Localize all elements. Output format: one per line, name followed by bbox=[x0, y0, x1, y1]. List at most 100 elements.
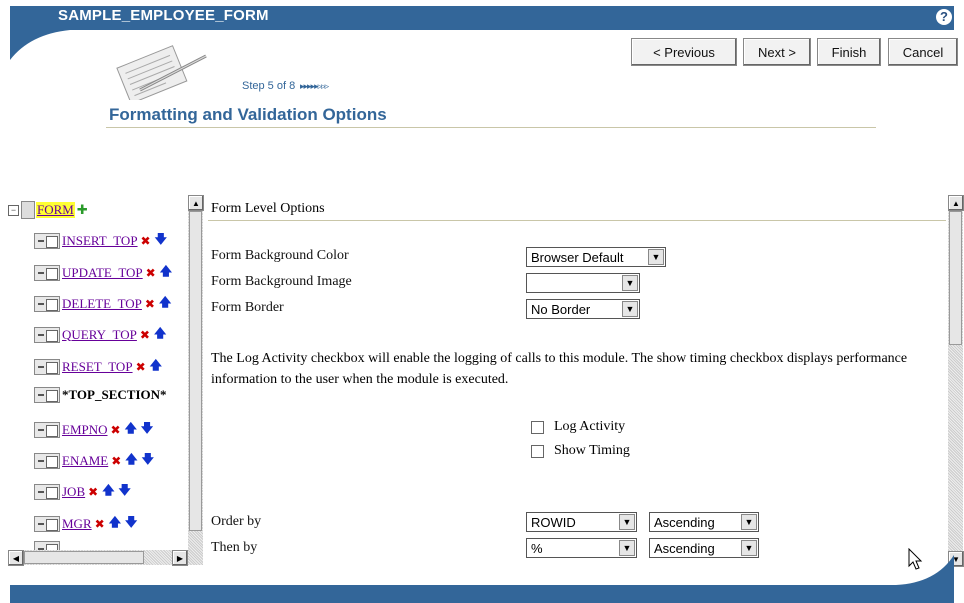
next-button[interactable]: Next > bbox=[743, 38, 811, 66]
item-icon bbox=[34, 452, 60, 469]
up-arrow-icon[interactable]: 🡅 bbox=[102, 481, 114, 502]
scroll-left-icon[interactable]: ◀ bbox=[8, 550, 24, 566]
tree-section-label: *TOP_SECTION* bbox=[62, 387, 167, 402]
page-title: Formatting and Validation Options bbox=[109, 105, 387, 124]
down-arrow-icon[interactable]: 🡇 bbox=[141, 419, 153, 440]
tree-item-link[interactable]: MGR bbox=[62, 516, 92, 532]
tree-item: QUERY_TOP ✖ 🡅 bbox=[34, 324, 166, 345]
tree-item: UPDATE_TOP ✖ 🡅 bbox=[34, 262, 172, 283]
component-tree: − FORM ✚ INSERT_TOP ✖ 🡇 UPDATE_TOP ✖ 🡅 D… bbox=[8, 195, 204, 567]
tree-item-link[interactable]: ENAME bbox=[62, 453, 108, 469]
help-icon[interactable]: ? bbox=[936, 9, 952, 25]
tree-hscroll-thumb[interactable] bbox=[24, 551, 144, 564]
tree-item: EMPNO ✖ 🡅 🡇 bbox=[34, 419, 153, 440]
delete-x-icon[interactable]: ✖ bbox=[95, 517, 105, 531]
item-icon bbox=[34, 358, 60, 375]
delete-x-icon[interactable]: ✖ bbox=[88, 485, 98, 499]
footer-bar bbox=[10, 585, 954, 603]
dropdown-arrow-icon: ▼ bbox=[619, 514, 635, 530]
dropdown-arrow-icon: ▼ bbox=[741, 514, 757, 530]
then-by-select[interactable]: % ▼ bbox=[526, 538, 637, 558]
show-timing-row: Show Timing bbox=[531, 443, 630, 459]
up-arrow-icon[interactable]: 🡅 bbox=[154, 324, 166, 345]
log-description: The Log Activity checkbox will enable th… bbox=[211, 351, 908, 387]
plus-icon[interactable]: ✚ bbox=[77, 203, 88, 218]
then-by-label: Then by bbox=[211, 540, 258, 555]
tree-item-link[interactable]: EMPNO bbox=[62, 422, 108, 438]
log-activity-checkbox[interactable] bbox=[531, 420, 544, 434]
up-arrow-icon[interactable]: 🡅 bbox=[160, 262, 172, 283]
scroll-right-icon[interactable]: ▶ bbox=[172, 550, 188, 566]
delete-x-icon[interactable]: ✖ bbox=[111, 454, 121, 468]
window-title: SAMPLE_EMPLOYEE_FORM bbox=[58, 7, 269, 24]
down-arrow-icon[interactable]: 🡇 bbox=[125, 513, 137, 534]
form-icon bbox=[21, 201, 35, 219]
delete-x-icon[interactable]: ✖ bbox=[141, 234, 151, 248]
collapse-icon[interactable]: − bbox=[8, 204, 19, 216]
dropdown-arrow-icon: ▼ bbox=[622, 275, 638, 291]
notepad-pencil-icon bbox=[116, 45, 207, 100]
bg-color-select[interactable]: Browser Default ▼ bbox=[526, 247, 666, 267]
tree-item-link[interactable]: DELETE_TOP bbox=[62, 296, 142, 312]
cancel-button[interactable]: Cancel bbox=[888, 38, 958, 66]
tree-item-link[interactable]: RESET_TOP bbox=[62, 359, 133, 375]
step-progress: ▸▸▸▸▸▹▹▹ bbox=[300, 81, 329, 91]
delete-x-icon[interactable]: ✖ bbox=[140, 328, 150, 342]
down-arrow-icon[interactable]: 🡇 bbox=[155, 230, 167, 251]
order-by-value: ROWID bbox=[531, 514, 576, 530]
tree-item: *TOP_SECTION* bbox=[34, 387, 167, 403]
tree-item: ENAME ✖ 🡅 🡇 bbox=[34, 450, 154, 471]
title-divider bbox=[106, 127, 876, 128]
down-arrow-icon[interactable]: 🡇 bbox=[119, 481, 131, 502]
item-icon bbox=[34, 326, 60, 343]
scroll-up-icon[interactable]: ▲ bbox=[948, 195, 964, 211]
tree-root: − FORM ✚ bbox=[8, 201, 88, 219]
then-by-value: % bbox=[531, 540, 543, 556]
item-icon bbox=[34, 515, 60, 532]
item-icon bbox=[34, 421, 60, 438]
tree-item-link[interactable]: QUERY_TOP bbox=[62, 327, 137, 343]
show-timing-checkbox[interactable] bbox=[531, 444, 544, 458]
order-by-label: Order by bbox=[211, 514, 262, 529]
up-arrow-icon[interactable]: 🡅 bbox=[125, 419, 137, 440]
delete-x-icon[interactable]: ✖ bbox=[136, 360, 146, 374]
tree-item: INSERT_TOP ✖ 🡇 bbox=[34, 230, 167, 251]
order-by-direction-select[interactable]: Ascending ▼ bbox=[649, 512, 759, 532]
up-arrow-icon[interactable]: 🡅 bbox=[109, 513, 121, 534]
tree-root-link[interactable]: FORM bbox=[36, 202, 75, 218]
tree-item: MGR ✖ 🡅 🡇 bbox=[34, 513, 137, 534]
then-by-direction-select[interactable]: Ascending ▼ bbox=[649, 538, 759, 558]
section-title: Form Level Options bbox=[211, 201, 325, 216]
delete-x-icon[interactable]: ✖ bbox=[145, 297, 155, 311]
delete-x-icon[interactable]: ✖ bbox=[146, 266, 156, 280]
up-arrow-icon[interactable]: 🡅 bbox=[150, 356, 162, 377]
tree-scroll-thumb[interactable] bbox=[189, 211, 202, 531]
bg-image-label: Form Background Image bbox=[211, 274, 352, 289]
then-by-direction-value: Ascending bbox=[654, 540, 715, 556]
item-icon bbox=[34, 295, 60, 312]
tree-item: JOB ✖ 🡅 🡇 bbox=[34, 481, 131, 502]
tree-item: RESET_TOP ✖ 🡅 bbox=[34, 356, 162, 377]
footer-swoosh bbox=[896, 555, 954, 585]
tree-item-link[interactable]: INSERT_TOP bbox=[62, 233, 138, 249]
item-icon bbox=[34, 387, 60, 403]
finish-button[interactable]: Finish bbox=[817, 38, 881, 66]
dropdown-arrow-icon: ▼ bbox=[619, 540, 635, 556]
dropdown-arrow-icon: ▼ bbox=[741, 540, 757, 556]
bg-image-select[interactable]: ▼ bbox=[526, 273, 640, 293]
dropdown-arrow-icon: ▼ bbox=[648, 249, 664, 265]
border-select[interactable]: No Border ▼ bbox=[526, 299, 640, 319]
order-by-direction-value: Ascending bbox=[654, 514, 715, 530]
delete-x-icon[interactable]: ✖ bbox=[111, 423, 121, 437]
order-by-select[interactable]: ROWID ▼ bbox=[526, 512, 637, 532]
up-arrow-icon[interactable]: 🡅 bbox=[125, 450, 137, 471]
main-scroll-thumb[interactable] bbox=[949, 211, 962, 345]
tree-item-link[interactable]: UPDATE_TOP bbox=[62, 265, 143, 281]
scroll-up-icon[interactable]: ▲ bbox=[188, 195, 204, 211]
tree-item: DELETE_TOP ✖ 🡅 bbox=[34, 293, 171, 314]
up-arrow-icon[interactable]: 🡅 bbox=[159, 293, 171, 314]
border-value: No Border bbox=[531, 301, 591, 317]
down-arrow-icon[interactable]: 🡇 bbox=[142, 450, 154, 471]
tree-item-link[interactable]: JOB bbox=[62, 484, 85, 500]
previous-button[interactable]: < Previous bbox=[631, 38, 737, 66]
